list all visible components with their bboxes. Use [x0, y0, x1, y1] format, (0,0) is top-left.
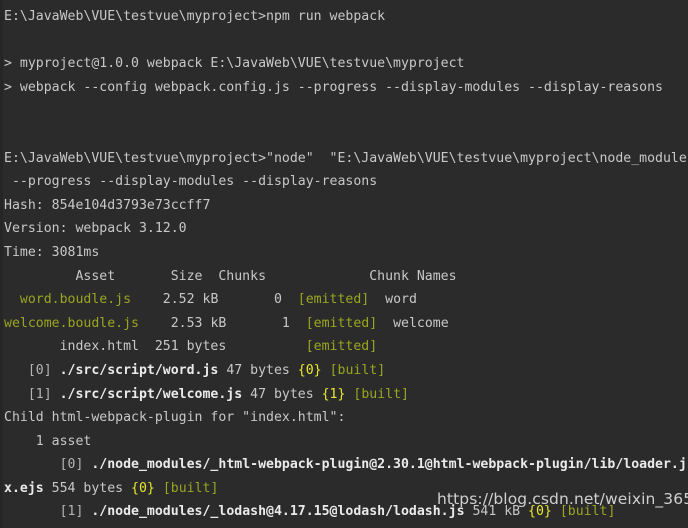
console-segment: welcome.boudle.js — [4, 315, 139, 331]
console-line-blank-2 — [4, 99, 688, 123]
console-segment: [built] — [162, 480, 219, 496]
console-segment: 2.53 kB 1 — [138, 315, 306, 331]
console-segment: index.html 251 bytes — [4, 339, 306, 355]
console-line-child-module-0-loader: [0] ./node_modules/_html-webpack-plugin@… — [4, 453, 688, 477]
console-segment: [0] — [4, 362, 60, 378]
console-line-asset-row-index-html: index.html 251 bytes [emitted] — [4, 335, 688, 359]
console-segment: 541 kB — [464, 504, 529, 520]
console-segment: {0} — [528, 504, 552, 520]
console-segment: E:\JavaWeb\VUE\testvue\myproject>"node" … — [4, 150, 688, 166]
console-segment: Version: webpack 3.12.0 — [4, 221, 187, 237]
console-line-node-invocation-flags: --progress --display-modules --display-r… — [4, 170, 688, 194]
console-segment: [emitted] — [305, 339, 378, 355]
terminal-window[interactable]: E:\JavaWeb\VUE\testvue\myproject>npm run… — [0, 0, 688, 528]
console-line-asset-row-welcome: welcome.boudle.js 2.53 kB 1 [emitted] we… — [4, 312, 688, 336]
console-line-npm-script-header: > myproject@1.0.0 webpack E:\JavaWeb\VUE… — [4, 52, 688, 76]
console-segment: {0} — [297, 362, 322, 378]
console-segment — [322, 363, 330, 378]
console-segment: ./src/script/welcome.js — [59, 386, 243, 402]
terminal-left-gutter — [0, 0, 3, 528]
console-segment: > myproject@1.0.0 webpack E:\JavaWeb\VUE… — [4, 56, 465, 72]
console-segment: [1] — [4, 504, 92, 520]
console-segment: [built] — [329, 362, 386, 378]
console-segment: [emitted] — [305, 315, 378, 331]
console-segment: --progress --display-modules --display-r… — [4, 174, 378, 190]
console-segment: x.ejs — [4, 480, 44, 496]
console-segment: [built] — [353, 386, 409, 402]
console-line-prompt-node-invocation: E:\JavaWeb\VUE\testvue\myproject>"node" … — [4, 147, 688, 171]
console-output[interactable]: E:\JavaWeb\VUE\testvue\myproject>npm run… — [4, 5, 688, 524]
console-segment: {0} — [131, 480, 155, 496]
console-segment: word.boudle.js — [4, 292, 132, 308]
console-line-child-compilation-header: Child html-webpack-plugin for "index.htm… — [4, 406, 688, 430]
console-segment: Hash: 854e104d3793e73ccff7 — [4, 197, 211, 213]
console-segment: Child html-webpack-plugin for "index.htm… — [4, 410, 346, 426]
console-line-blank-3 — [4, 123, 688, 147]
console-segment: 47 bytes — [242, 386, 322, 402]
console-line-child-module-0-wrap: x.ejs 554 bytes {0} [built] — [4, 477, 688, 501]
console-line-asset-table-header: Asset Size Chunks Chunk Names — [4, 265, 688, 289]
console-segment: {1} — [321, 386, 346, 402]
console-segment: 1 asset — [4, 433, 92, 449]
console-segment: ./src/script/word.js — [59, 362, 219, 378]
console-line-build-version: Version: webpack 3.12.0 — [4, 217, 688, 241]
console-segment: word — [369, 292, 417, 308]
console-segment: welcome — [377, 315, 449, 331]
console-line-build-time: Time: 3081ms — [4, 241, 688, 265]
console-segment: E:\JavaWeb\VUE\testvue\myproject>npm run… — [4, 9, 386, 24]
console-segment: [0] — [4, 457, 92, 473]
console-line-child-module-1-lodash: [1] ./node_modules/_lodash@4.17.15@lodas… — [4, 500, 688, 524]
console-line-build-hash: Hash: 854e104d3793e73ccff7 — [4, 194, 688, 218]
console-segment: 554 bytes — [43, 480, 132, 496]
console-line-blank-1 — [4, 29, 688, 53]
console-segment — [155, 481, 163, 496]
console-segment: ./node_modules/_html-webpack-plugin@2.30… — [91, 457, 687, 473]
console-line-child-asset-count: 1 asset — [4, 430, 688, 454]
console-line-npm-script-command: > webpack --config webpack.config.js --p… — [4, 76, 688, 100]
console-segment — [552, 504, 560, 519]
console-segment: 2.52 kB 0 — [131, 292, 298, 308]
console-segment: [1] — [4, 386, 60, 402]
console-segment: > webpack --config webpack.config.js --p… — [4, 79, 663, 95]
console-segment: 47 bytes — [218, 362, 298, 378]
console-segment: [emitted] — [297, 292, 370, 308]
console-line-module-1-welcome: [1] ./src/script/welcome.js 47 bytes {1}… — [4, 383, 688, 407]
console-segment: Time: 3081ms — [4, 244, 100, 260]
console-line-prompt-npm-run-webpack: E:\JavaWeb\VUE\testvue\myproject>npm run… — [4, 5, 688, 29]
console-segment: Asset Size Chunks Chunk Names — [4, 268, 457, 284]
console-line-module-0-word: [0] ./src/script/word.js 47 bytes {0} [b… — [4, 359, 688, 383]
console-line-asset-row-word: word.boudle.js 2.52 kB 0 [emitted] word — [4, 288, 688, 312]
console-segment: [built] — [559, 504, 616, 520]
console-segment: ./node_modules/_lodash@4.17.15@lodash/lo… — [91, 504, 465, 520]
